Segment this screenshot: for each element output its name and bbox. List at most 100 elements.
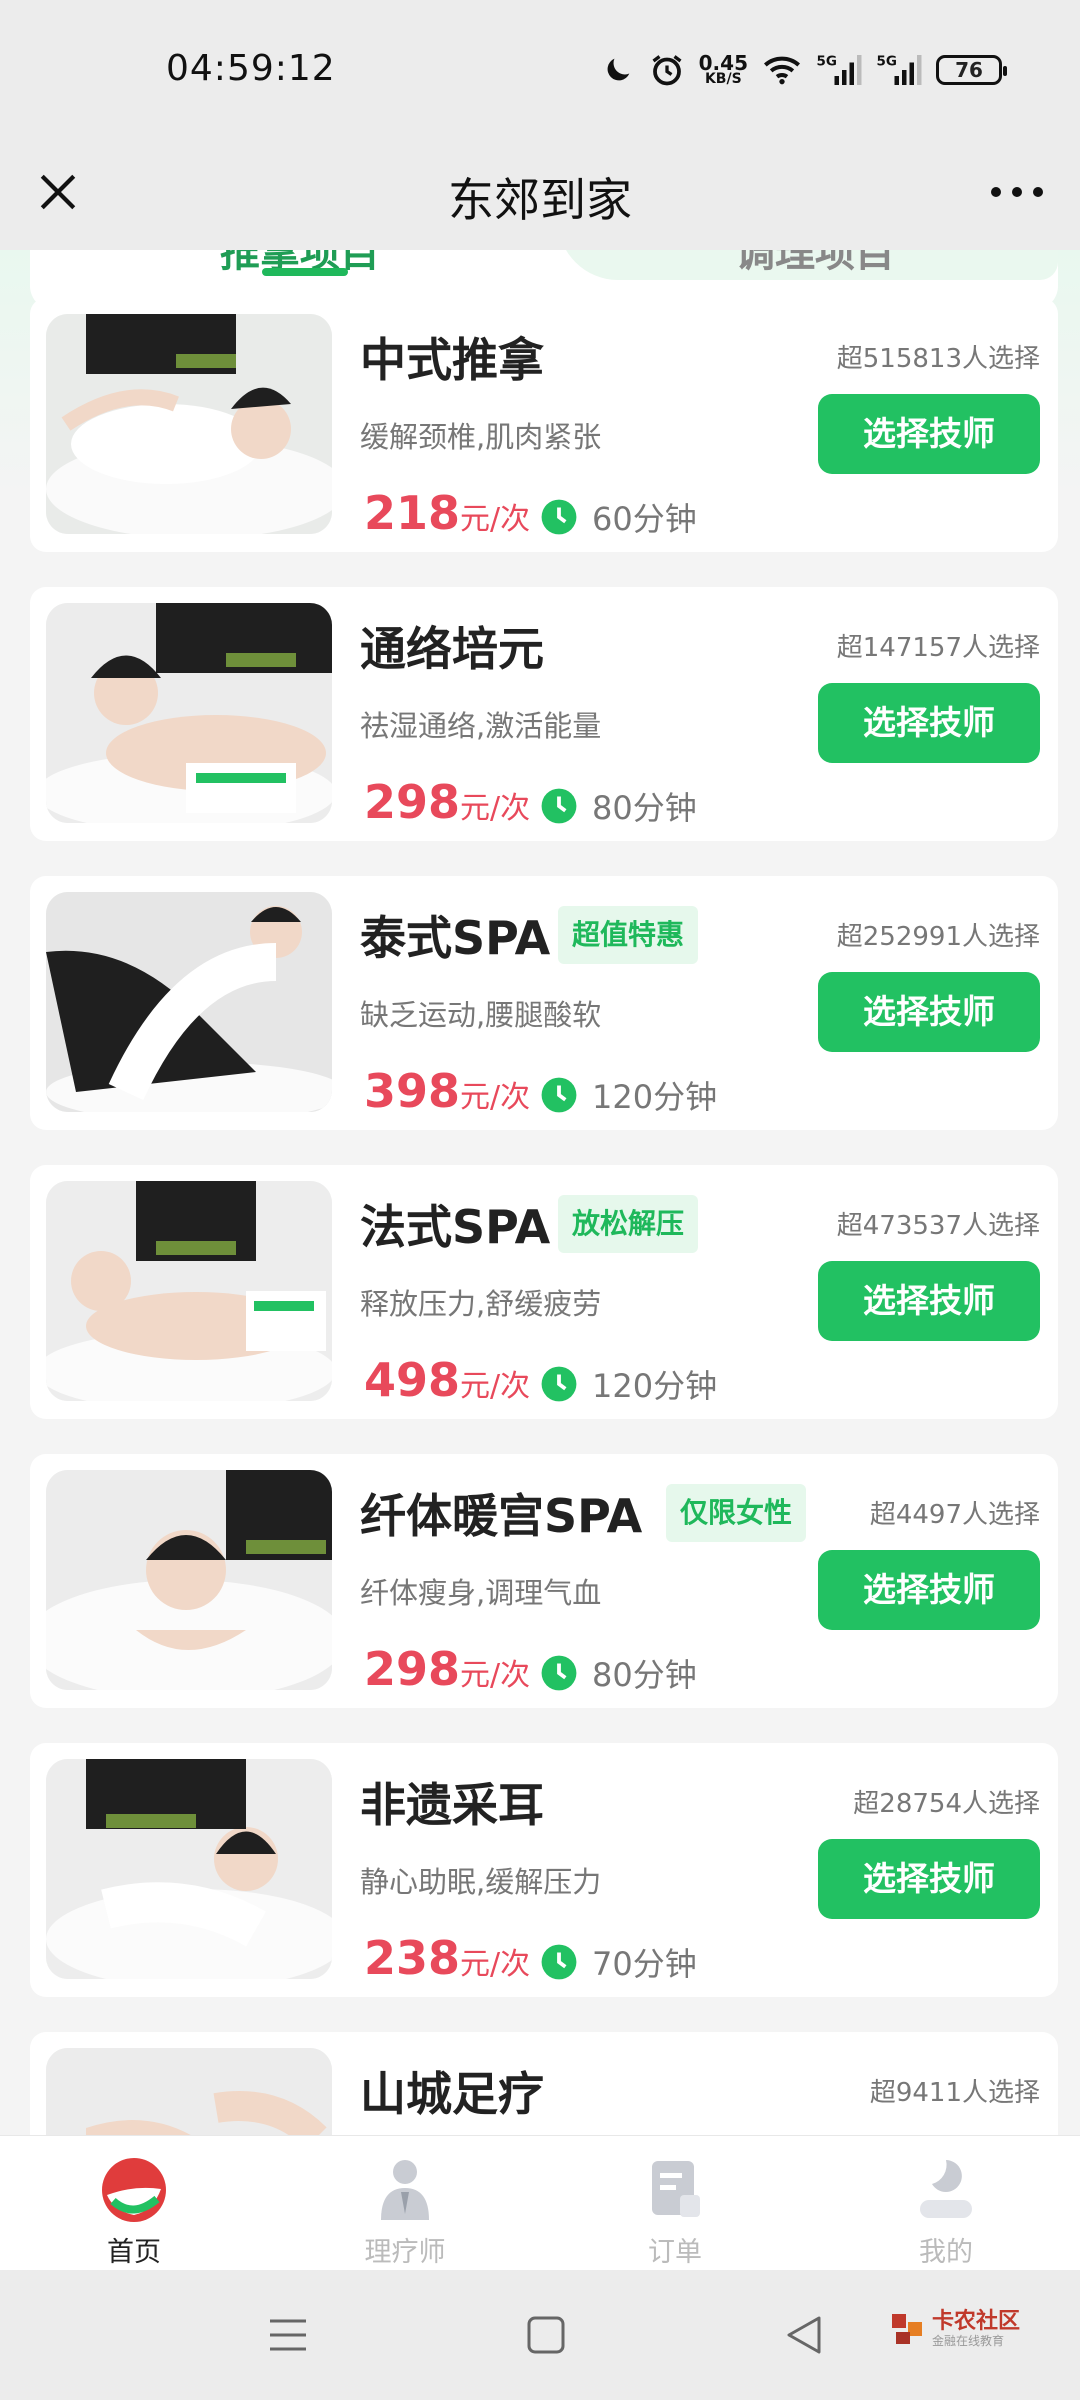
battery-icon: 76: [936, 55, 1007, 85]
service-image: [46, 892, 332, 1112]
back-button[interactable]: [774, 2310, 834, 2360]
duration-text: 120分钟: [592, 1367, 718, 1405]
service-name: 纤体暖宫SPA: [360, 1489, 643, 1543]
price-value: 398: [364, 1064, 461, 1118]
service-desc: 缓解颈椎,肌肉紧张: [360, 420, 602, 454]
price-unit: 元/次: [460, 1369, 531, 1404]
back-triangle-icon: [787, 2316, 821, 2354]
service-desc: 释放压力,舒缓疲劳: [360, 1287, 602, 1321]
svg-text:5G: 5G: [877, 54, 897, 70]
moon-icon: [601, 53, 635, 87]
service-card[interactable]: 通络培元 超147157人选择 祛湿通络,激活能量 选择技师 298元/次 80…: [30, 587, 1058, 841]
system-nav: 卡农社区 金融在线教育: [0, 2270, 1080, 2400]
choose-therapist-button[interactable]: 选择技师: [818, 683, 1040, 763]
service-card[interactable]: 非遗采耳 超28754人选择 静心助眠,缓解压力 选择技师 238元/次 70分…: [30, 1743, 1058, 1997]
chosen-count: 超147157人选择: [836, 633, 1040, 663]
service-desc: 缺乏运动,腰腿酸软: [360, 998, 602, 1032]
watermark-text: 卡农社区 金融在线教育: [931, 2309, 1020, 2348]
service-price: 398元/次: [364, 1064, 530, 1118]
service-price: 298元/次: [364, 775, 530, 829]
service-card[interactable]: 纤体暖宫SPA 仅限女性 超4497人选择 纤体瘦身,调理气血 选择技师 298…: [30, 1454, 1058, 1708]
service-desc: 祛湿通络,激活能量: [360, 709, 602, 743]
chosen-count: 超515813人选择: [836, 344, 1040, 374]
tab-conditioning[interactable]: 调理项目: [735, 250, 895, 278]
price-value: 218: [364, 486, 461, 540]
service-price: 218元/次: [364, 486, 530, 540]
service-list[interactable]: 推拿项目 调理项目 中式推拿 超515813人选择 缓解颈椎,肌肉紧张 选择技师…: [0, 250, 1080, 2135]
choose-therapist-button[interactable]: 选择技师: [818, 394, 1040, 474]
service-name: 山城足疗: [360, 2067, 544, 2121]
title-bar: 东郊到家: [0, 140, 1080, 250]
nav-label: 首页: [107, 2237, 161, 2268]
nav-label: 我的: [919, 2237, 973, 2268]
chosen-count: 超252991人选择: [836, 922, 1040, 952]
svg-text:5G: 5G: [817, 54, 837, 70]
choose-therapist-button[interactable]: 选择技师: [818, 972, 1040, 1052]
watermark-sub: 金融在线教育: [931, 2333, 1004, 2348]
more-icon: [991, 187, 1043, 197]
service-card[interactable]: 中式推拿 超515813人选择 缓解颈椎,肌肉紧张 选择技师 218元/次 60…: [30, 298, 1058, 552]
service-card[interactable]: 法式SPA 放松解压 超473537人选择 释放压力,舒缓疲劳 选择技师 498…: [30, 1165, 1058, 1419]
home-button[interactable]: [516, 2310, 576, 2360]
service-image: [46, 314, 332, 534]
nav-therapist[interactable]: 理疗师: [305, 2136, 505, 2271]
square-icon: [527, 2316, 565, 2354]
wifi-icon: [762, 53, 802, 87]
profile-icon: [910, 2154, 982, 2226]
net-speed: 0.45 KB/S: [698, 51, 748, 87]
chosen-count: 超473537人选择: [836, 1211, 1040, 1241]
status-time: 04:59:12: [166, 48, 336, 89]
duration-text: 60分钟: [592, 500, 697, 538]
chosen-count: 超4497人选择: [869, 1500, 1040, 1530]
chosen-count: 超28754人选择: [853, 1789, 1040, 1819]
clock-icon: [541, 788, 577, 824]
chosen-count: 超9411人选择: [869, 2078, 1040, 2108]
service-price: 498元/次: [364, 1353, 530, 1407]
price-value: 298: [364, 1642, 461, 1696]
service-desc: 静心助眠,缓解压力: [360, 1865, 602, 1899]
service-duration: 120分钟: [540, 1361, 717, 1407]
watermark-title: 卡农社区: [931, 2309, 1020, 2335]
service-card[interactable]: 泰式SPA 超值特惠 超252991人选择 缺乏运动,腰腿酸软 选择技师 398…: [30, 876, 1058, 1130]
service-price: 298元/次: [364, 1642, 530, 1696]
signal-icon: 5G: [876, 52, 922, 88]
service-image: [46, 2048, 332, 2135]
service-duration: 80分钟: [540, 1650, 697, 1696]
nav-label: 理疗师: [364, 2237, 446, 2268]
service-card[interactable]: 山城足疗 超9411人选择: [30, 2032, 1058, 2135]
price-value: 238: [364, 1931, 461, 1985]
duration-text: 120分钟: [592, 1078, 718, 1116]
service-image: [46, 603, 332, 823]
page-title: 东郊到家: [448, 173, 632, 227]
choose-therapist-button[interactable]: 选择技师: [818, 1261, 1040, 1341]
promo-badge: 放松解压: [558, 1195, 699, 1253]
clock-icon: [541, 499, 577, 535]
clock-icon: [541, 1655, 577, 1691]
price-value: 298: [364, 775, 461, 829]
clock-icon: [541, 1077, 577, 1113]
watermark-logo-icon: [891, 2314, 922, 2344]
menu-button[interactable]: [258, 2310, 318, 2360]
therapist-icon: [369, 2154, 441, 2226]
clock-icon: [541, 1944, 577, 1980]
nav-profile[interactable]: 我的: [846, 2136, 1046, 2271]
price-unit: 元/次: [460, 1947, 531, 1982]
order-icon: [639, 2154, 711, 2226]
price-unit: 元/次: [460, 1080, 531, 1115]
signal-icon: 5G: [816, 52, 862, 88]
price-value: 498: [364, 1353, 461, 1407]
choose-therapist-button[interactable]: 选择技师: [818, 1550, 1040, 1630]
duration-text: 80分钟: [592, 789, 697, 827]
service-duration: 60分钟: [540, 494, 697, 540]
choose-therapist-button[interactable]: 选择技师: [818, 1839, 1040, 1919]
more-button[interactable]: [982, 162, 1052, 222]
net-speed-unit: KB/S: [704, 71, 742, 87]
nav-home[interactable]: 首页: [34, 2136, 234, 2271]
service-image: [46, 1470, 332, 1690]
bottom-nav: 首页 理疗师 订单 我的: [0, 2135, 1080, 2270]
nav-orders[interactable]: 订单: [575, 2136, 775, 2271]
service-name: 泰式SPA: [360, 911, 551, 965]
net-speed-value: 0.45: [698, 51, 748, 75]
promo-badge: 超值特惠: [558, 906, 699, 964]
price-unit: 元/次: [460, 791, 531, 826]
